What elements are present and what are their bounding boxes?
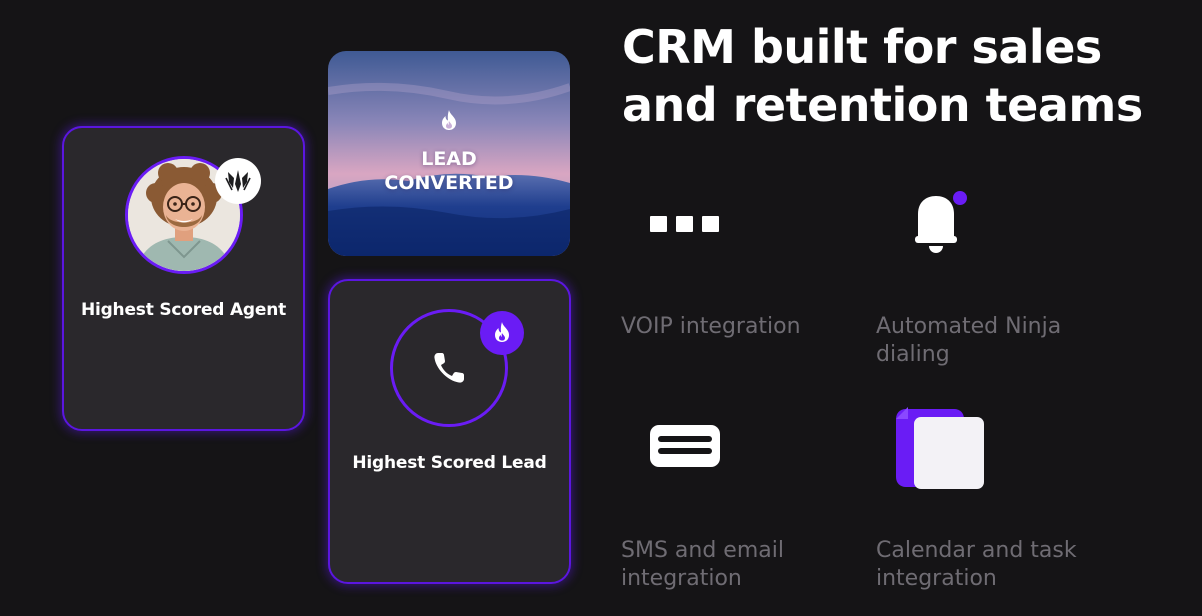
lead-converted-card: LEAD CONVERTED bbox=[328, 51, 570, 256]
fire-icon bbox=[442, 110, 456, 130]
feature-ninja-label: Automated Ninja dialing bbox=[876, 314, 1062, 367]
bell-icon bbox=[915, 191, 967, 253]
voip-dots-icon bbox=[650, 216, 719, 232]
agent-card-title: Highest Scored Agent bbox=[80, 300, 287, 320]
feature-sms-label: SMS and email integration bbox=[621, 538, 784, 591]
lead-converted-line1: LEAD bbox=[421, 148, 477, 170]
feature-calendar-label: Calendar and task integration bbox=[876, 538, 1077, 591]
lead-converted-text: LEAD CONVERTED bbox=[328, 147, 570, 195]
highest-scored-lead-card: Highest Scored Lead bbox=[328, 279, 571, 584]
lead-converted-line2: CONVERTED bbox=[384, 172, 514, 194]
fire-icon bbox=[495, 322, 509, 342]
highest-scored-agent-card: Highest Scored Agent bbox=[62, 126, 305, 431]
brand-logo-icon bbox=[215, 158, 261, 204]
headline-line2: and retention teams bbox=[622, 78, 1143, 132]
feature-voip-label: VOIP integration bbox=[621, 314, 801, 339]
phone-icon bbox=[434, 353, 464, 383]
fire-badge bbox=[480, 311, 524, 355]
documents-icon bbox=[896, 407, 984, 489]
headline-line1: CRM built for sales bbox=[622, 20, 1102, 74]
lead-card-title: Highest Scored Lead bbox=[352, 453, 547, 473]
page-headline: CRM built for sales and retention teams bbox=[622, 18, 1143, 134]
message-icon bbox=[650, 425, 720, 467]
